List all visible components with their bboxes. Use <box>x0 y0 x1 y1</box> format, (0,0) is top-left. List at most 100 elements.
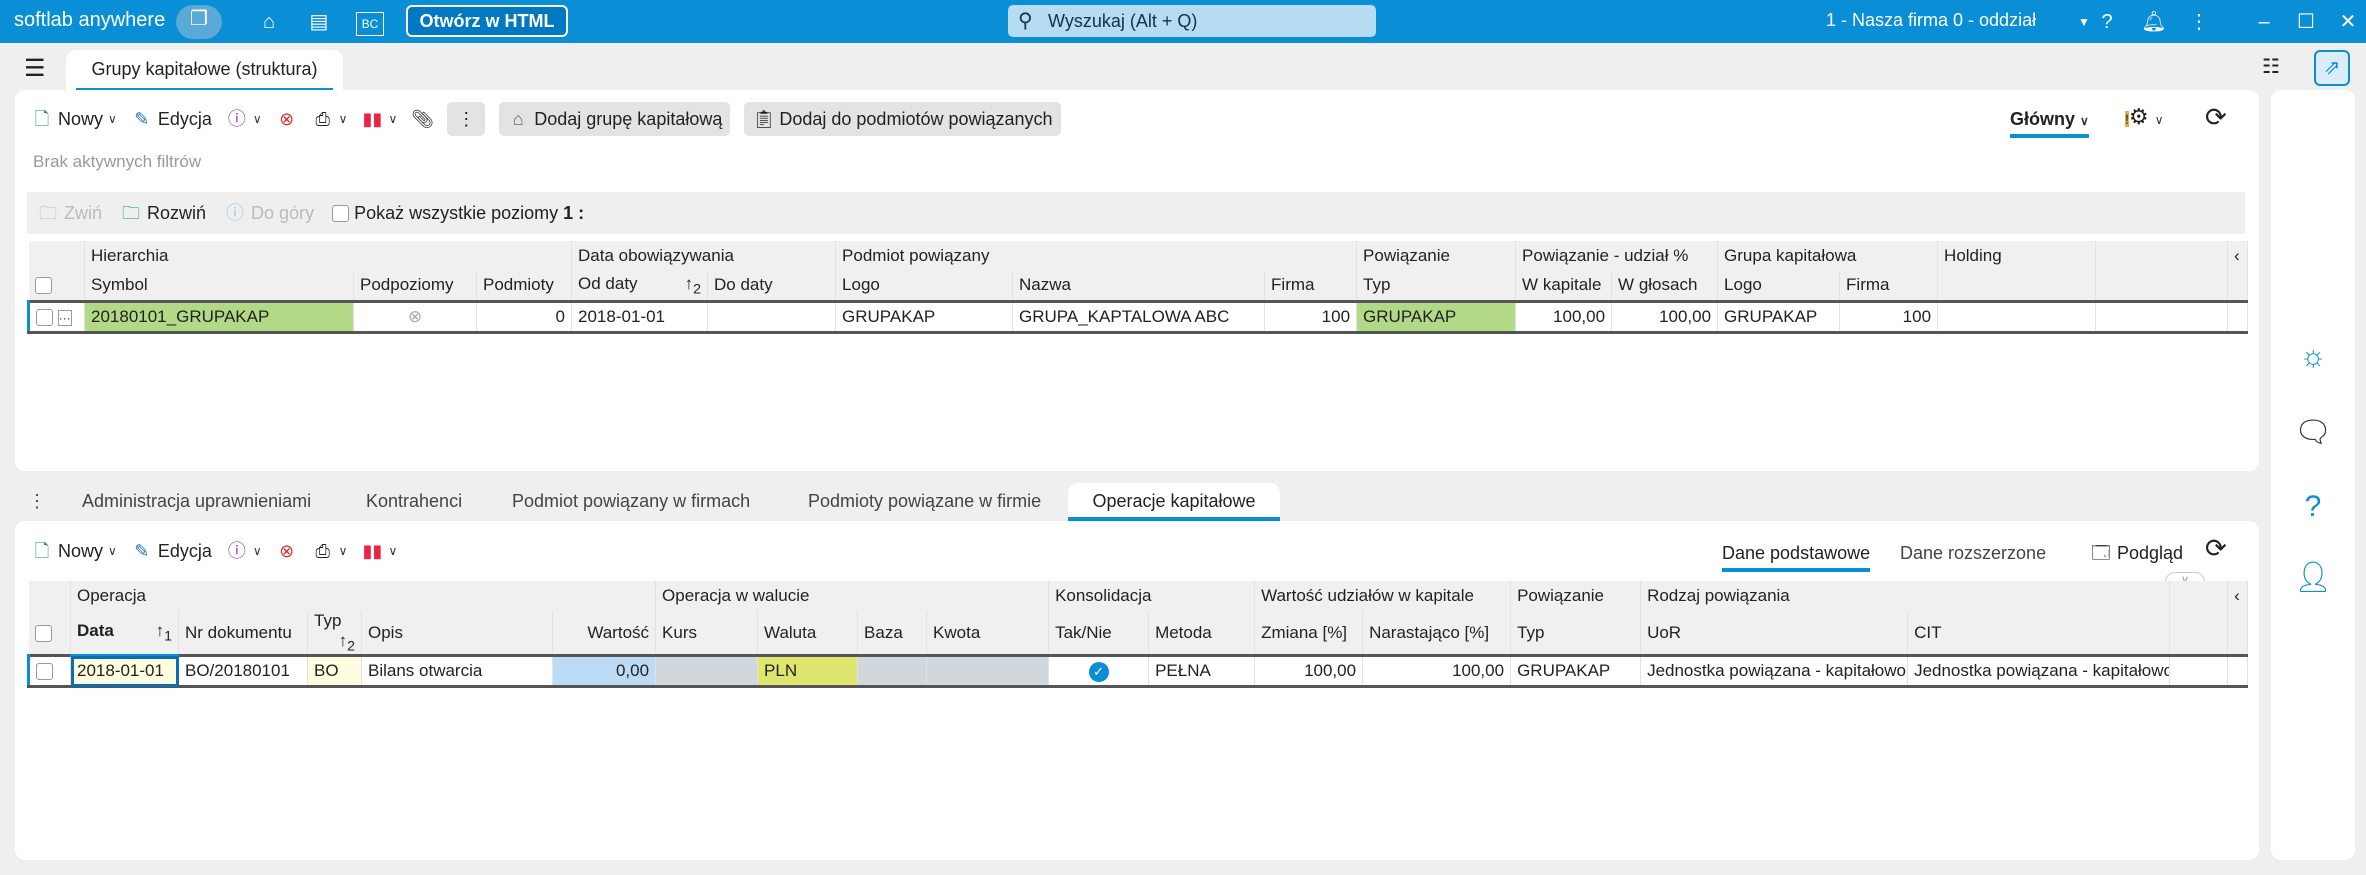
add-related-button[interactable]: 📋︎ Dodaj do podmiotów powiązanych <box>744 102 1061 136</box>
col-podmioty[interactable]: Podmioty <box>476 271 573 301</box>
col-wartosc[interactable]: Wartość <box>552 611 657 656</box>
tab-kontrahenci[interactable]: Kontrahenci <box>366 483 462 521</box>
minimize-icon[interactable]: – <box>2250 8 2278 36</box>
col-w-glosach[interactable]: W głosach <box>1611 271 1719 301</box>
preview-button[interactable]: 🗔 Podgląd <box>2090 536 2183 570</box>
col-nr-dokumentu[interactable]: Nr dokumentu <box>178 611 308 656</box>
help-chat-icon[interactable]: ? <box>2291 490 2335 530</box>
search-input[interactable]: ⚲ Wyszukaj (Alt + Q) <box>1008 5 1376 37</box>
col-opis[interactable]: Opis <box>361 611 553 656</box>
info-button[interactable]: ⓘ ∨ <box>226 102 262 136</box>
collapse-button[interactable]: 🗀 Zwiń <box>37 196 102 230</box>
row-checkbox[interactable] <box>36 663 53 681</box>
chart-button[interactable]: ▮▮ ∨ <box>361 102 398 136</box>
col-do-daty[interactable]: Do daty <box>707 271 837 301</box>
table-row[interactable]: 2018-01-01 BO/20180101 BO Bilans otwarci… <box>27 654 2249 689</box>
col-uor[interactable]: UoR <box>1640 611 1909 656</box>
new-button[interactable]: 🗋 Nowy ∨ <box>31 102 117 136</box>
tab-grupy-kapitalowe[interactable]: Grupy kapitałowe (struktura) <box>66 50 343 92</box>
tab-administracja[interactable]: Administracja uprawnieniami <box>82 483 311 521</box>
col-narastajaco[interactable]: Narastająco [%] <box>1362 611 1512 656</box>
maximize-icon[interactable]: ☐ <box>2292 8 2320 36</box>
up-button[interactable]: ⓘ Do góry <box>224 196 314 230</box>
print-button[interactable]: ⎙ ∨ <box>312 102 347 136</box>
col-baza[interactable]: Baza <box>857 611 928 656</box>
new-button[interactable]: 🗋 Nowy ∨ <box>31 534 117 568</box>
scroll-left-icon[interactable]: ‹ <box>2227 241 2249 271</box>
settings-icon[interactable]: !⚙ ∨ <box>2125 104 2164 130</box>
preview-label: Podgląd <box>2117 542 2184 563</box>
more-tabs-icon[interactable]: ⋮ <box>28 483 46 521</box>
document-icon[interactable]: ▤ <box>305 8 333 36</box>
more-icon[interactable]: ⋮ <box>2185 8 2213 36</box>
col-firma[interactable]: Firma <box>1264 271 1358 301</box>
tab-dane-rozszerzone[interactable]: Dane rozszerzone <box>1900 538 2046 568</box>
chart-button[interactable]: ▮▮ ∨ <box>361 534 398 568</box>
show-all-levels-checkbox[interactable]: Pokaż wszystkie poziomy 1 : <box>332 196 584 230</box>
col-typ[interactable]: Typ ↑2 <box>307 611 362 656</box>
col-w-kapitale[interactable]: W kapitale <box>1515 271 1613 301</box>
delete-button[interactable]: ⊗ <box>276 534 298 568</box>
refresh-icon[interactable]: ⟳ <box>2205 102 2227 133</box>
lightbulb-icon[interactable]: ☼ <box>2291 340 2335 380</box>
operations-toolbar: 🗋 Nowy ∨ ✎ Edycja ⓘ ∨ ⊗ ⎙ ∨ ▮▮ ∨ <box>31 534 397 568</box>
edit-button[interactable]: ✎ Edycja <box>131 534 212 568</box>
row-checkbox[interactable] <box>36 308 53 326</box>
col-gk-firma[interactable]: Firma <box>1839 271 1939 301</box>
help-icon[interactable]: ? <box>2093 8 2121 36</box>
col-od-daty[interactable]: Od daty ↑2 <box>571 271 709 301</box>
tab-operacje-kapitalowe[interactable]: Operacje kapitałowe <box>1068 483 1280 521</box>
col-nazwa[interactable]: Nazwa <box>1012 271 1266 301</box>
share-icon[interactable]: ⇗ <box>2314 50 2350 86</box>
col-waluta[interactable]: Waluta <box>757 611 859 656</box>
delete-button[interactable]: ⊗ <box>276 102 298 136</box>
col-logo[interactable]: Logo <box>835 271 1014 301</box>
col-podpoziomy[interactable]: Podpoziomy <box>353 271 477 301</box>
table-row[interactable]: ··· 20180101_GRUPAKAP ⊗ 0 2018-01-01 GRU… <box>27 299 2249 334</box>
col-kwota[interactable]: Kwota <box>926 611 1050 656</box>
checkbox[interactable] <box>332 204 350 222</box>
bell-icon[interactable]: 🔔︎ <box>2140 8 2168 36</box>
row-menu-icon[interactable]: ··· <box>57 309 72 326</box>
col-symbol[interactable]: Symbol <box>84 271 354 301</box>
col-cit[interactable]: CIT <box>1907 611 2171 656</box>
col-metoda[interactable]: Metoda <box>1148 611 1256 656</box>
tab-dane-podstawowe[interactable]: Dane podstawowe <box>1722 538 1871 572</box>
col-zmiana[interactable]: Zmiana [%] <box>1254 611 1364 656</box>
support-icon[interactable]: 👤︎ <box>2291 560 2335 600</box>
apps-icon[interactable]: ❐ <box>176 5 222 39</box>
group-header: Wartość udziałów w kapitale <box>1254 581 1512 611</box>
more-actions-button[interactable]: ⋮ <box>447 102 486 136</box>
home-icon[interactable]: ⌂ <box>255 8 283 36</box>
col-data[interactable]: Data ↑1 <box>70 611 179 658</box>
col-kurs[interactable]: Kurs <box>655 611 759 656</box>
company-selector[interactable]: 1 - Nasza firma 0 - oddział <box>1826 10 2036 31</box>
edit-button[interactable]: ✎ Edycja <box>131 102 212 136</box>
open-html-button[interactable]: Otwórz w HTML <box>406 5 568 37</box>
scroll-left-icon[interactable]: ‹ <box>2227 581 2249 611</box>
cell-data[interactable]: 2018-01-01 <box>70 654 179 689</box>
menu-icon[interactable]: ☰ <box>24 54 46 83</box>
check-icon: ✓ <box>1088 661 1109 682</box>
view-selector[interactable]: Główny ∨ <box>2010 104 2089 138</box>
col-gk-logo[interactable]: Logo <box>1717 271 1841 301</box>
tree-list-icon[interactable]: ☷ <box>2262 54 2280 79</box>
col-tak-nie[interactable]: Tak/Nie <box>1048 611 1150 656</box>
select-all-checkbox[interactable] <box>28 611 71 656</box>
tab-podmioty-w-firmie[interactable]: Podmioty powiązane w firmie <box>808 483 1041 521</box>
expand-button[interactable]: 🗀 Rozwiń <box>120 196 206 230</box>
structure-grid: Hierarchia Data obowiązywania Podmiot po… <box>27 241 2249 334</box>
select-all-checkbox[interactable] <box>28 271 85 301</box>
tab-podmiot-w-firmach[interactable]: Podmiot powiązany w firmach <box>512 483 750 521</box>
col-typ[interactable]: Typ <box>1356 271 1517 301</box>
print-button[interactable]: ⎙ ∨ <box>312 534 347 568</box>
add-group-button[interactable]: ⌂ Dodaj grupę kapitałową <box>499 102 731 136</box>
close-icon[interactable]: ✕ <box>2334 8 2362 36</box>
col-powiazanie-typ[interactable]: Typ <box>1510 611 1642 656</box>
info-button[interactable]: ⓘ ∨ <box>226 534 262 568</box>
attach-button[interactable]: 📎︎ <box>411 102 434 136</box>
refresh-icon[interactable]: ⟳ <box>2205 533 2227 564</box>
grid-corner <box>28 241 85 271</box>
bc-icon[interactable]: BC <box>356 12 384 36</box>
chat-icon[interactable]: 🗨︎ <box>2291 415 2335 455</box>
